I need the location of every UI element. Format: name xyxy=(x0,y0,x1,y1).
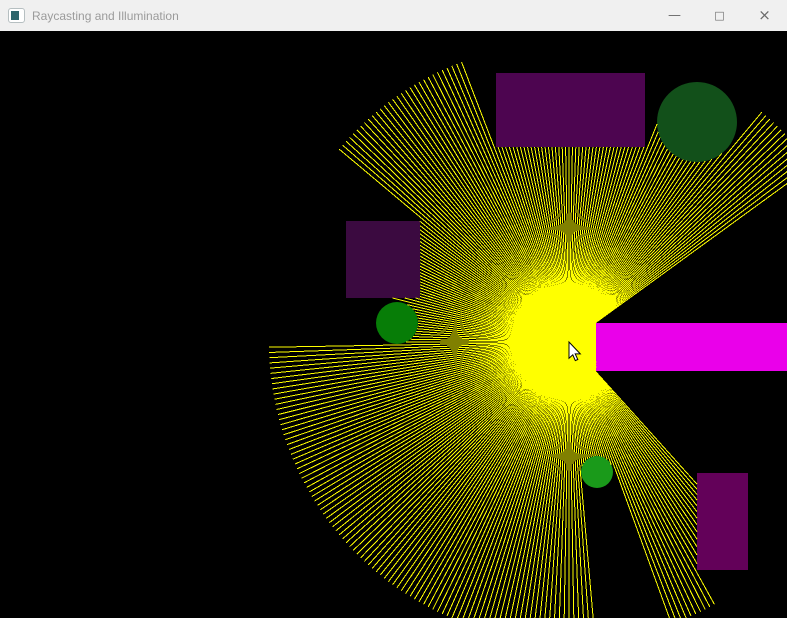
app-icon xyxy=(8,8,25,23)
raycast-scene[interactable] xyxy=(0,31,787,618)
app-icon-glyph xyxy=(11,11,19,20)
titlebar[interactable]: Raycasting and Illumination — □ × xyxy=(0,0,787,31)
left-purple-square xyxy=(346,221,420,298)
close-button[interactable]: × xyxy=(742,0,787,31)
bottom-green-circle xyxy=(581,456,613,488)
top-right-green-circle xyxy=(657,82,737,162)
maximize-button[interactable]: □ xyxy=(697,0,742,31)
window-controls: — □ × xyxy=(652,0,787,31)
top-purple-rect xyxy=(496,73,645,147)
bottom-right-purple-rect xyxy=(697,473,748,570)
minimize-button[interactable]: — xyxy=(652,0,697,31)
raycast-canvas[interactable] xyxy=(0,31,787,618)
mid-left-green-circle xyxy=(376,302,418,344)
window-title: Raycasting and Illumination xyxy=(32,8,179,23)
magenta-bar xyxy=(596,323,787,371)
app-window: Raycasting and Illumination — □ × xyxy=(0,0,787,618)
